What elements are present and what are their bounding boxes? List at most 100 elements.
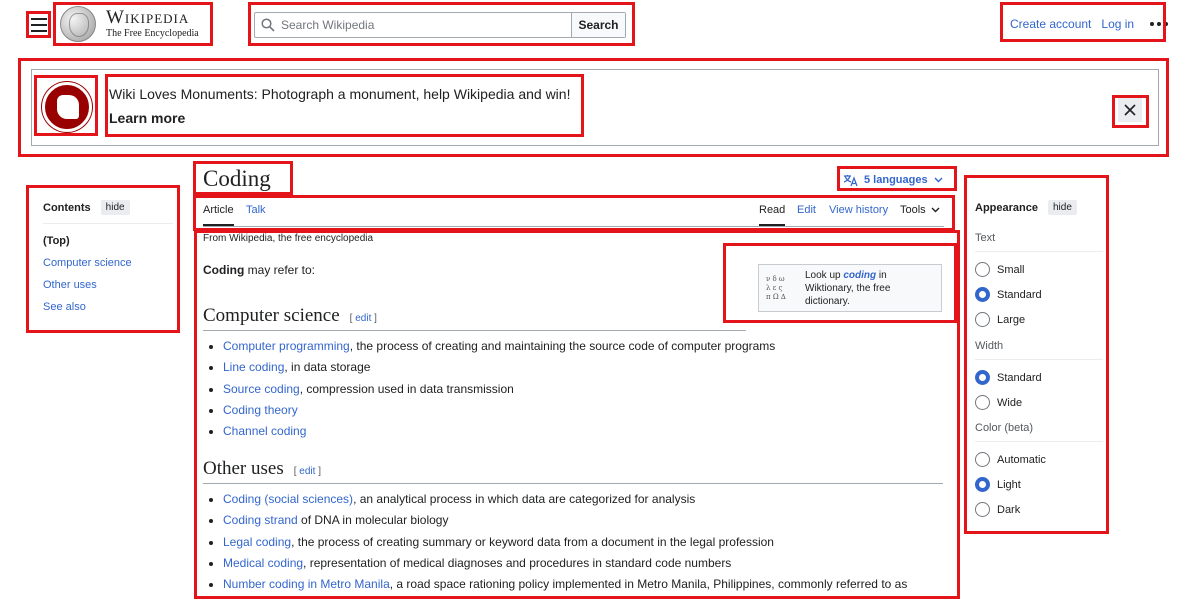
option-label: Small <box>997 263 1025 276</box>
list-item-link[interactable]: Coding theory <box>223 403 298 417</box>
list-item-link[interactable]: Source coding <box>223 382 300 396</box>
tab-article[interactable]: Article <box>203 204 234 226</box>
section-edit-link[interactable]: [ edit ] <box>294 466 321 477</box>
radio-option[interactable]: Large <box>975 307 1103 332</box>
appearance-title: Appearance <box>975 201 1038 214</box>
list-item-link[interactable]: Medical coding <box>223 556 303 570</box>
radio-option[interactable]: Standard <box>975 282 1103 307</box>
close-icon <box>1124 104 1136 116</box>
list-item-link[interactable]: Number coding in Metro Manila <box>223 577 390 591</box>
list-item-link[interactable]: Computer programming <box>223 339 350 353</box>
section-edit-link[interactable]: [ edit ] <box>350 313 377 324</box>
list-item: Coding (social sciences), an analytical … <box>223 492 907 513</box>
list-item: Number coding in Metro Manila, a road sp… <box>223 577 907 598</box>
chevron-down-icon <box>934 177 943 183</box>
radio-option[interactable]: Wide <box>975 390 1103 415</box>
section-title: Other uses <box>203 458 284 479</box>
banner-close-button[interactable] <box>1118 98 1142 122</box>
text-size-group: Text Small Standard Large <box>975 232 1103 332</box>
intro-term: Coding <box>203 263 245 277</box>
list-item-link[interactable]: Coding (social sciences) <box>223 492 353 506</box>
wiki-loves-monuments-logo <box>42 82 92 132</box>
learn-more-link[interactable]: Learn more <box>109 110 570 126</box>
radio-button[interactable] <box>975 502 990 517</box>
list-item-link[interactable]: Channel coding <box>223 424 306 438</box>
tools-menu[interactable]: Tools <box>900 204 940 226</box>
color-group: Color (beta) Automatic Light Dark <box>975 422 1103 522</box>
create-account-link[interactable]: Create account <box>1010 17 1091 31</box>
toc-item-computer-science[interactable]: Computer science <box>43 257 173 279</box>
tab-talk[interactable]: Talk <box>246 204 266 226</box>
languages-button[interactable]: 5 languages <box>843 171 951 189</box>
logo-wordmark: Wikipedia <box>106 7 190 28</box>
radio-button[interactable] <box>975 262 990 277</box>
option-label: Light <box>997 478 1021 491</box>
list-item-text: , in data storage <box>284 360 371 375</box>
radio-button[interactable] <box>975 395 990 410</box>
table-of-contents: Contents hide (Top) Computer science Oth… <box>43 200 173 323</box>
list-item: Computer programming, the process of cre… <box>223 339 775 360</box>
log-in-link[interactable]: Log in <box>1101 17 1134 31</box>
list-item-text: , compression used in data transmission <box>299 381 514 396</box>
list-item-text: of DNA in molecular biology <box>297 513 449 528</box>
edit-link[interactable]: edit <box>355 313 371 324</box>
page-title: Coding <box>203 166 271 191</box>
tab-read[interactable]: Read <box>759 204 786 226</box>
tools-label: Tools <box>900 204 926 216</box>
toc-item-other-uses[interactable]: Other uses <box>43 279 173 301</box>
languages-label: 5 languages <box>864 174 928 186</box>
chevron-down-icon <box>931 207 940 213</box>
main-menu-button[interactable] <box>29 15 49 35</box>
wiktionary-logo-icon: ν δ ωλ ε ςπ Ω ∆ <box>765 273 797 303</box>
list-item-link[interactable]: Line coding <box>223 360 284 374</box>
option-label: Standard <box>997 288 1042 301</box>
radio-option[interactable]: Small <box>975 257 1103 282</box>
list-item-link[interactable]: Legal coding <box>223 535 291 549</box>
section-heading-computer-science: Computer science [ edit ] <box>203 305 746 331</box>
list-item: Channel coding <box>223 424 775 445</box>
wikipedia-logo[interactable]: Wikipedia The Free Encyclopedia <box>60 6 210 42</box>
list-item-link[interactable]: Coding strand <box>223 513 298 527</box>
search-button[interactable]: Search <box>571 13 625 37</box>
option-label: Standard <box>997 371 1042 384</box>
list-item: Source coding, compression used in data … <box>223 382 775 403</box>
wiktionary-term-link[interactable]: coding <box>843 270 876 281</box>
section-title: Computer science <box>203 305 340 326</box>
toc-item-top[interactable]: (Top) <box>43 235 173 257</box>
intro-text: may refer to: <box>244 263 316 277</box>
logo-tagline: The Free Encyclopedia <box>106 28 199 39</box>
toc-title: Contents <box>43 201 91 214</box>
list-item: Line coding, in data storage <box>223 360 775 381</box>
tab-view-history[interactable]: View history <box>829 204 888 226</box>
radio-option[interactable]: Standard <box>975 365 1103 390</box>
tab-edit[interactable]: Edit <box>797 204 816 226</box>
appearance-hide-button[interactable]: hide <box>1047 200 1077 215</box>
edit-link[interactable]: edit <box>299 466 315 477</box>
group-title: Text <box>975 232 1103 252</box>
appearance-panel: Appearance hide <box>975 200 1105 215</box>
page-tabs: Article Talk Read Edit View history Tool… <box>203 199 944 227</box>
group-title: Width <box>975 340 1103 360</box>
toc-hide-button[interactable]: hide <box>100 200 130 215</box>
user-links: Create account Log in <box>1010 14 1169 34</box>
radio-button[interactable] <box>975 370 990 385</box>
radio-button[interactable] <box>975 287 990 302</box>
search-input[interactable] <box>281 13 571 37</box>
list-item-text: , an analytical process in which data ar… <box>353 492 696 506</box>
svg-text:λ ε ς: λ ε ς <box>766 284 783 292</box>
radio-option[interactable]: Dark <box>975 497 1103 522</box>
option-label: Automatic <box>997 453 1046 466</box>
radio-button[interactable] <box>975 312 990 327</box>
section-heading-other-uses: Other uses [ edit ] <box>203 458 943 484</box>
list-item-text: , the process of creating and maintainin… <box>349 339 776 353</box>
more-options-icon[interactable] <box>1150 22 1169 26</box>
radio-option[interactable]: Light <box>975 472 1103 497</box>
radio-button[interactable] <box>975 477 990 492</box>
computer-science-list: Computer programming, the process of cre… <box>223 339 775 445</box>
radio-option[interactable]: Automatic <box>975 447 1103 472</box>
list-item-text: , a road space rationing policy implemen… <box>389 577 908 592</box>
list-item-text: , the process of creating summary or key… <box>291 534 774 549</box>
banner-text: Wiki Loves Monuments: Photograph a monum… <box>109 86 570 126</box>
toc-item-see-also[interactable]: See also <box>43 301 173 323</box>
radio-button[interactable] <box>975 452 990 467</box>
